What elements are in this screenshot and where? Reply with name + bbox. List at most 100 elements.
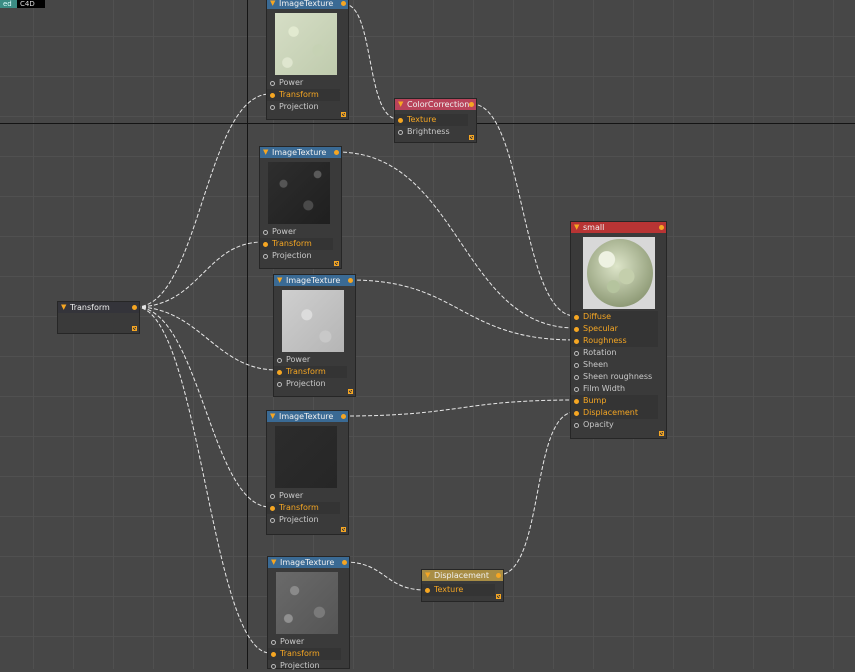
port-transform[interactable]: Transform	[267, 89, 340, 101]
port-dot-icon[interactable]	[263, 253, 268, 259]
port-power[interactable]: Power	[274, 354, 347, 366]
port-dot-icon[interactable]	[271, 639, 276, 645]
node-header[interactable]: ▼ ImageTexture	[260, 147, 341, 158]
port-power[interactable]: Power	[267, 77, 340, 89]
collapse-arrow-icon[interactable]: ▼	[277, 275, 282, 286]
port-transform[interactable]: Transform	[267, 502, 340, 514]
port-dot-icon[interactable]	[271, 663, 276, 669]
material-node[interactable]: ▼ small Diffuse Specular Roughness Rotat…	[570, 221, 667, 439]
image-texture-node-1[interactable]: ▼ ImageTexture Power Transform Projectio…	[266, 0, 349, 120]
collapse-arrow-icon[interactable]: ▼	[271, 557, 276, 568]
port-dot-icon[interactable]	[574, 326, 579, 332]
port-dot-icon[interactable]	[425, 587, 430, 593]
resize-handle-icon[interactable]	[469, 135, 474, 140]
port-transform[interactable]: Transform	[268, 648, 341, 660]
port-dot-icon[interactable]	[263, 229, 268, 235]
displacement-node[interactable]: ▼ Displacement Texture	[421, 569, 504, 602]
port-dot-icon[interactable]	[270, 493, 275, 499]
node-header[interactable]: ▼ Displacement	[422, 570, 503, 581]
port-brightness[interactable]: Brightness	[395, 126, 468, 138]
port-projection[interactable]: Projection	[267, 514, 340, 526]
node-header[interactable]: ▼ Transform	[58, 302, 139, 313]
port-dot-icon[interactable]	[277, 369, 282, 375]
resize-handle-icon[interactable]	[348, 389, 353, 394]
port-rotation[interactable]: Rotation	[571, 347, 658, 359]
node-header[interactable]: ▼ ImageTexture	[268, 557, 349, 568]
resize-handle-icon[interactable]	[341, 112, 346, 117]
node-header[interactable]: ▼ ImageTexture	[267, 0, 348, 9]
port-dot-icon[interactable]	[574, 350, 579, 356]
port-dot-icon[interactable]	[270, 517, 275, 523]
port-specular[interactable]: Specular	[571, 323, 658, 335]
output-port[interactable]	[341, 414, 346, 419]
port-diffuse[interactable]: Diffuse	[571, 311, 658, 323]
collapse-arrow-icon[interactable]: ▼	[574, 222, 579, 233]
port-dot-icon[interactable]	[398, 129, 403, 135]
image-texture-node-3[interactable]: ▼ ImageTexture Power Transform Projectio…	[273, 274, 356, 397]
port-dot-icon[interactable]	[574, 362, 579, 368]
port-film-width[interactable]: Film Width	[571, 383, 658, 395]
port-dot-icon[interactable]	[574, 374, 579, 380]
collapse-arrow-icon[interactable]: ▼	[270, 0, 275, 9]
port-dot-icon[interactable]	[574, 398, 579, 404]
node-header[interactable]: ▼ ColorCorrection	[395, 99, 476, 110]
node-header[interactable]: ▼ small	[571, 222, 666, 233]
port-dot-icon[interactable]	[574, 410, 579, 416]
port-dot-icon[interactable]	[398, 117, 403, 123]
output-port[interactable]	[659, 225, 664, 230]
port-projection[interactable]: Projection	[274, 378, 347, 390]
port-displacement[interactable]: Displacement	[571, 407, 658, 419]
port-dot-icon[interactable]	[270, 505, 275, 511]
port-sheen[interactable]: Sheen	[571, 359, 658, 371]
port-sheen-roughness[interactable]: Sheen roughness	[571, 371, 658, 383]
output-port[interactable]	[341, 1, 346, 6]
output-port[interactable]	[342, 560, 347, 565]
output-port[interactable]	[334, 150, 339, 155]
port-roughness[interactable]: Roughness	[571, 335, 658, 347]
port-texture[interactable]: Texture	[422, 584, 495, 596]
port-dot-icon[interactable]	[270, 92, 275, 98]
node-header[interactable]: ▼ ImageTexture	[274, 275, 355, 286]
port-opacity[interactable]: Opacity	[571, 419, 658, 431]
port-power[interactable]: Power	[268, 636, 341, 648]
port-dot-icon[interactable]	[271, 651, 276, 657]
port-dot-icon[interactable]	[263, 241, 268, 247]
port-dot-icon[interactable]	[270, 80, 275, 86]
collapse-arrow-icon[interactable]: ▼	[270, 411, 275, 422]
output-port[interactable]	[132, 305, 137, 310]
output-port[interactable]	[496, 573, 501, 578]
port-dot-icon[interactable]	[277, 357, 282, 363]
transform-node[interactable]: ▼ Transform	[57, 301, 140, 334]
node-header[interactable]: ▼ ImageTexture	[267, 411, 348, 422]
port-dot-icon[interactable]	[574, 314, 579, 320]
resize-handle-icon[interactable]	[341, 527, 346, 532]
resize-handle-icon[interactable]	[659, 431, 664, 436]
output-port[interactable]	[348, 278, 353, 283]
collapse-arrow-icon[interactable]: ▼	[398, 99, 403, 110]
port-power[interactable]: Power	[267, 490, 340, 502]
output-port[interactable]	[469, 102, 474, 107]
resize-handle-icon[interactable]	[132, 326, 137, 331]
port-projection[interactable]: Projection	[267, 101, 340, 113]
image-texture-node-4[interactable]: ▼ ImageTexture Power Transform Projectio…	[266, 410, 349, 535]
resize-handle-icon[interactable]	[334, 261, 339, 266]
image-texture-node-5[interactable]: ▼ ImageTexture Power Transform Projectio…	[267, 556, 350, 672]
port-dot-icon[interactable]	[277, 381, 282, 387]
collapse-arrow-icon[interactable]: ▼	[61, 302, 66, 313]
port-dot-icon[interactable]	[270, 104, 275, 110]
color-correction-node[interactable]: ▼ ColorCorrection Texture Brightness	[394, 98, 477, 143]
image-texture-node-2[interactable]: ▼ ImageTexture Power Transform Projectio…	[259, 146, 342, 269]
port-dot-icon[interactable]	[574, 386, 579, 392]
port-projection[interactable]: Projection	[268, 660, 341, 672]
port-texture[interactable]: Texture	[395, 114, 468, 126]
collapse-arrow-icon[interactable]: ▼	[425, 570, 430, 581]
port-transform[interactable]: Transform	[260, 238, 333, 250]
port-power[interactable]: Power	[260, 226, 333, 238]
port-bump[interactable]: Bump	[571, 395, 658, 407]
port-dot-icon[interactable]	[574, 422, 579, 428]
port-projection[interactable]: Projection	[260, 250, 333, 262]
port-transform[interactable]: Transform	[274, 366, 347, 378]
port-dot-icon[interactable]	[574, 338, 579, 344]
collapse-arrow-icon[interactable]: ▼	[263, 147, 268, 158]
resize-handle-icon[interactable]	[496, 594, 501, 599]
